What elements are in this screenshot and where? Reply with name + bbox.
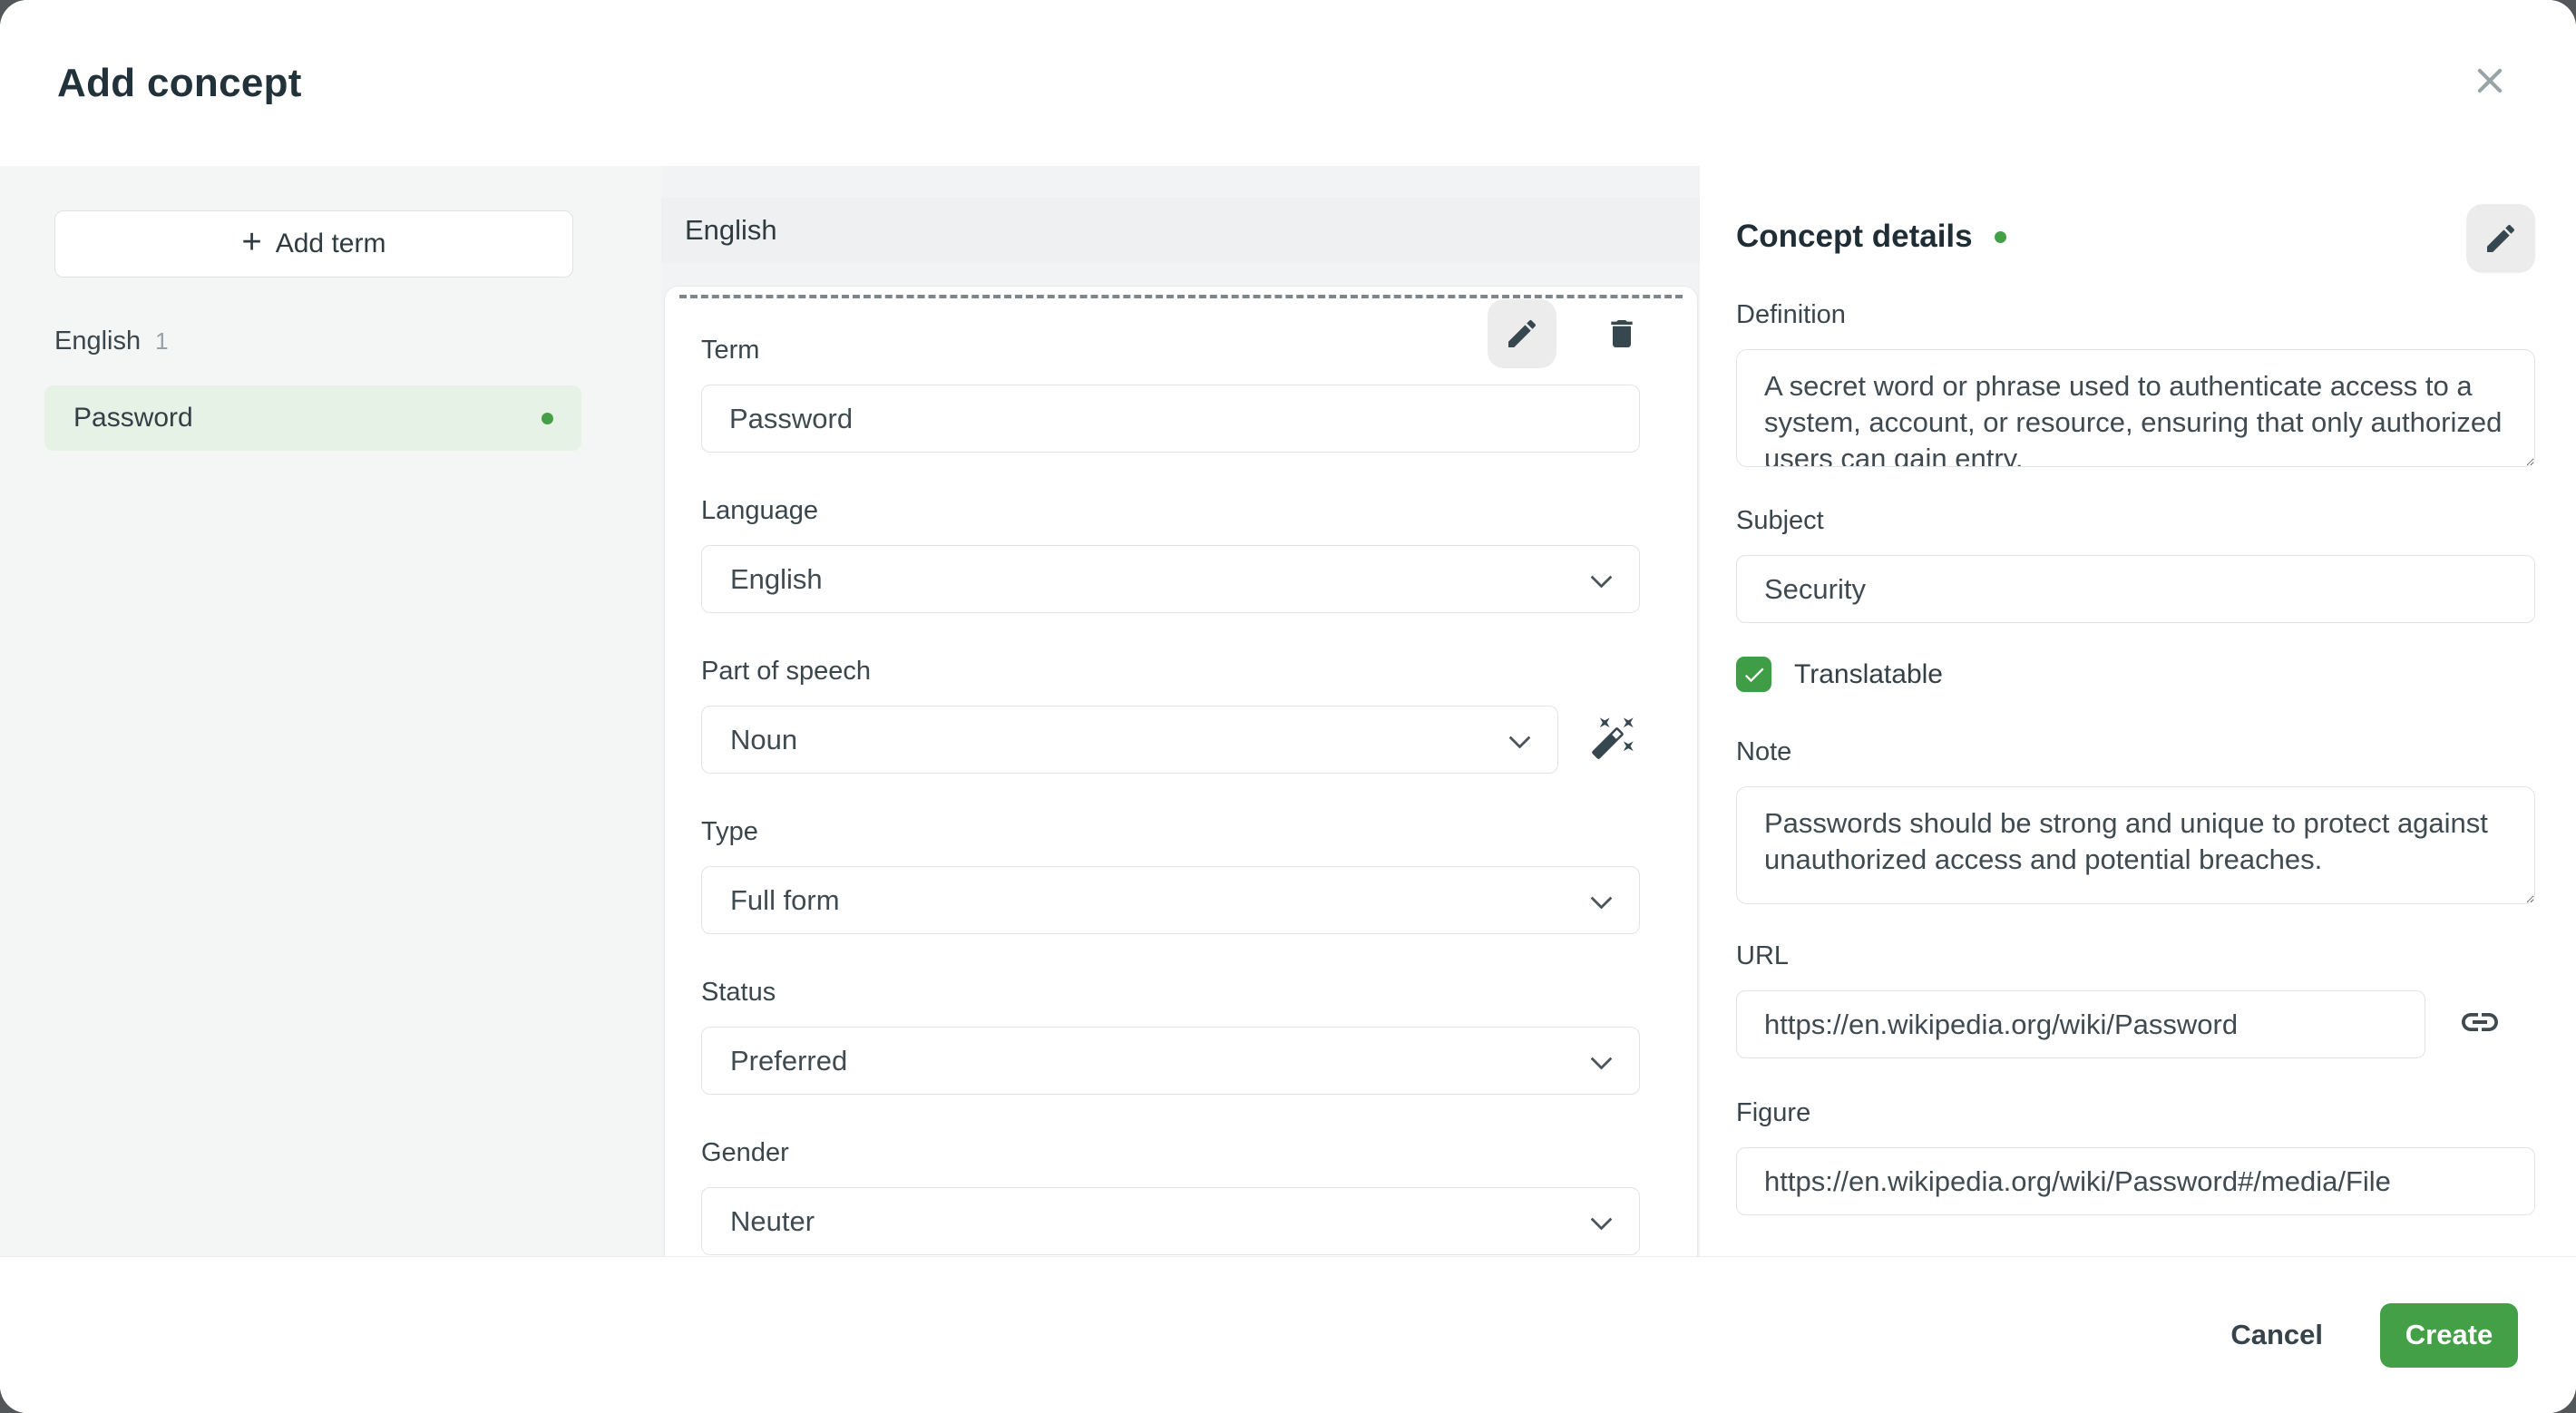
chevron-down-icon <box>1590 887 1613 910</box>
note-textarea[interactable]: Passwords should be strong and unique to… <box>1736 786 2535 904</box>
note-field: Note Passwords should be strong and uniq… <box>1736 737 2535 909</box>
concept-details-panel: Concept details Definition A secret word… <box>1700 166 2576 1256</box>
status-label: Status <box>701 978 776 1007</box>
add-concept-dialog: Add concept + Add term English 1 Passwor… <box>0 0 2576 1413</box>
terms-sidebar: + Add term English 1 Password <box>0 166 661 1256</box>
definition-textarea[interactable]: A secret word or phrase used to authenti… <box>1736 349 2535 467</box>
status-select[interactable]: Preferred <box>701 1027 1640 1095</box>
translatable-label: Translatable <box>1794 658 1943 689</box>
status-select-value: Preferred <box>730 1044 848 1077</box>
part-of-speech-label: Part of speech <box>701 657 871 686</box>
chevron-down-icon <box>1590 1048 1613 1070</box>
gender-select-value: Neuter <box>730 1204 815 1237</box>
part-of-speech-select[interactable]: Noun <box>701 706 1558 774</box>
auto-detect-pos-button[interactable] <box>1587 714 1640 766</box>
term-card-actions <box>1488 299 1656 368</box>
term-editor-column: English Term Password Language English P… <box>661 166 1700 1256</box>
translatable-checkbox-row[interactable]: Translatable <box>1736 657 2535 692</box>
subject-input[interactable] <box>1736 555 2535 623</box>
checkbox-checked-icon[interactable] <box>1736 657 1771 692</box>
term-editor-language-header: English <box>661 198 1700 263</box>
term-input[interactable] <box>701 385 1640 453</box>
language-label: Language <box>701 496 819 525</box>
gender-field: Gender Neuter <box>701 1138 1640 1255</box>
type-label: Type <box>701 817 758 846</box>
note-label: Note <box>1736 737 1792 766</box>
gender-label: Gender <box>701 1138 789 1167</box>
language-select-value: English <box>730 562 823 595</box>
term-card: Term Language English Part of speech Nou… <box>664 286 1698 1256</box>
add-term-label: Add term <box>275 229 386 258</box>
pencil-icon <box>1504 316 1540 352</box>
subject-field: Subject <box>1736 506 2535 623</box>
subject-label: Subject <box>1736 506 1824 535</box>
dialog-header: Add concept <box>0 0 2576 166</box>
concept-details-title: Concept details <box>1736 219 1973 254</box>
language-select[interactable]: English <box>701 545 1640 613</box>
plus-icon: + <box>241 223 262 261</box>
figure-label: Figure <box>1736 1098 1811 1127</box>
language-group-header: English 1 <box>54 326 581 356</box>
open-link-button[interactable] <box>2454 999 2506 1051</box>
language-field: Language English <box>701 496 1640 613</box>
close-button[interactable] <box>2464 57 2516 110</box>
chevron-down-icon <box>1508 726 1531 749</box>
language-group-name: English <box>54 326 141 356</box>
edit-concept-button[interactable] <box>2466 204 2535 273</box>
dialog-footer: Cancel Create <box>0 1256 2576 1413</box>
gender-select[interactable]: Neuter <box>701 1187 1640 1255</box>
status-field: Status Preferred <box>701 978 1640 1095</box>
definition-field: Definition A secret word or phrase used … <box>1736 300 2535 472</box>
term-status-dot <box>542 412 553 424</box>
url-label: URL <box>1736 941 1790 970</box>
magic-wand-icon <box>1590 714 1637 765</box>
trash-icon <box>1604 316 1640 352</box>
part-of-speech-field: Part of speech Noun <box>701 657 1640 774</box>
language-group-count: 1 <box>155 327 169 355</box>
delete-term-button[interactable] <box>1587 299 1656 368</box>
type-field: Type Full form <box>701 817 1640 934</box>
chevron-down-icon <box>1590 1208 1613 1231</box>
create-button[interactable]: Create <box>2380 1302 2518 1368</box>
part-of-speech-select-value: Noun <box>730 723 798 755</box>
sidebar-term-item-password[interactable]: Password <box>44 385 581 451</box>
cancel-button[interactable]: Cancel <box>2230 1319 2323 1351</box>
type-select[interactable]: Full form <box>701 866 1640 934</box>
add-term-button[interactable]: + Add term <box>54 210 573 278</box>
url-input[interactable] <box>1736 990 2425 1058</box>
link-icon <box>2458 1000 2502 1048</box>
dialog-body: + Add term English 1 Password English Te… <box>0 166 2576 1256</box>
definition-label: Definition <box>1736 300 1846 329</box>
term-item-label: Password <box>73 403 193 433</box>
concept-status-dot <box>1994 230 2006 243</box>
pencil-icon <box>2483 220 2519 257</box>
edit-term-button[interactable] <box>1488 299 1556 368</box>
type-select-value: Full form <box>730 883 840 916</box>
url-field: URL <box>1736 941 2535 1058</box>
dialog-title: Add concept <box>57 60 302 105</box>
figure-field: Figure <box>1736 1098 2535 1215</box>
close-icon <box>2473 63 2507 102</box>
figure-input[interactable] <box>1736 1147 2535 1215</box>
chevron-down-icon <box>1590 566 1613 589</box>
